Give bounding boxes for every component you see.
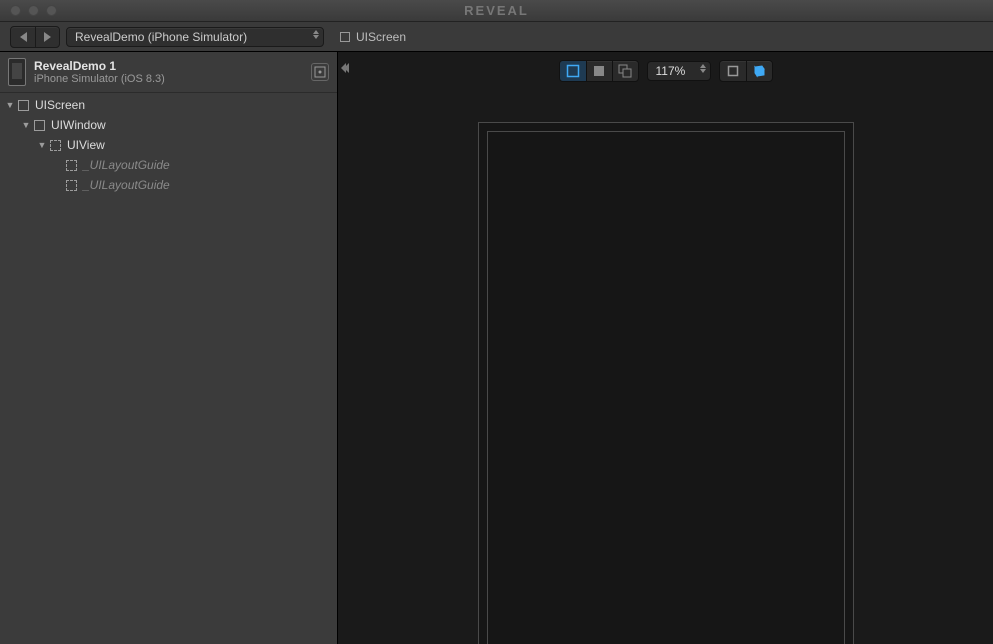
view-icon — [50, 140, 61, 151]
tree-row[interactable]: ▼ UIWindow — [0, 115, 337, 135]
device-screen — [487, 131, 845, 644]
tree-row[interactable]: _UILayoutGuide — [0, 175, 337, 195]
target-device-dropdown[interactable]: RevealDemo (iPhone Simulator) — [66, 27, 324, 47]
projection-segment — [719, 60, 773, 82]
target-device-label: RevealDemo (iPhone Simulator) — [75, 30, 247, 44]
main: RevealDemo 1 iPhone Simulator (iOS 8.3) … — [0, 52, 993, 644]
2d-button[interactable] — [720, 61, 746, 81]
device-title: RevealDemo 1 — [34, 59, 303, 73]
device-header[interactable]: RevealDemo 1 iPhone Simulator (iOS 8.3) — [0, 52, 337, 93]
flat-icon — [726, 64, 740, 78]
device-subtitle: iPhone Simulator (iOS 8.3) — [34, 73, 303, 85]
view-icon — [18, 100, 29, 111]
stepper-icon — [313, 30, 319, 39]
focus-button[interactable] — [311, 63, 329, 81]
layers-icon — [618, 64, 632, 78]
tree-row-label: _UILayoutGuide — [83, 178, 170, 192]
toolbar: RevealDemo (iPhone Simulator) UIScreen — [0, 22, 993, 52]
disclosure-triangle-icon[interactable]: ▼ — [36, 140, 48, 150]
view-mode-segment — [559, 60, 639, 82]
view-icon — [66, 160, 77, 171]
device-icon — [8, 58, 26, 86]
back-button[interactable] — [11, 27, 35, 47]
disclosure-triangle-icon[interactable]: ▼ — [4, 100, 16, 110]
disclosure-triangle-icon[interactable]: ▼ — [20, 120, 32, 130]
tree-row-label: UIScreen — [35, 98, 85, 112]
view-icon — [34, 120, 45, 131]
breadcrumb[interactable]: UIScreen — [340, 30, 406, 44]
canvas-controls: 117% — [559, 60, 773, 82]
app-title: REVEAL — [464, 3, 529, 18]
cube-icon — [751, 64, 767, 78]
chevron-left-icon — [20, 32, 27, 42]
3d-button[interactable] — [746, 61, 772, 81]
layers-mode-button[interactable] — [612, 61, 638, 81]
wireframe-mode-button[interactable] — [560, 61, 586, 81]
collapse-sidebar-button[interactable] — [338, 58, 354, 78]
tree-row[interactable]: ▼ UIView — [0, 135, 337, 155]
chevron-right-icon — [44, 32, 51, 42]
tree-row-label: _UILayoutGuide — [83, 158, 170, 172]
forward-button[interactable] — [35, 27, 59, 47]
zoom-value: 117% — [656, 64, 686, 78]
view-icon — [66, 180, 77, 191]
hierarchy-sidebar: RevealDemo 1 iPhone Simulator (iOS 8.3) … — [0, 52, 338, 644]
tree-row[interactable]: ▼ UIScreen — [0, 95, 337, 115]
canvas[interactable]: 117% — [338, 52, 993, 644]
close-window-button[interactable] — [10, 5, 21, 16]
wireframe-icon — [566, 64, 580, 78]
solid-mode-button[interactable] — [586, 61, 612, 81]
traffic-lights — [0, 5, 57, 16]
tree-row[interactable]: _UILayoutGuide — [0, 155, 337, 175]
tree-row-label: UIView — [67, 138, 105, 152]
focus-icon — [314, 66, 326, 78]
zoom-window-button[interactable] — [46, 5, 57, 16]
view-icon — [340, 32, 350, 42]
solid-icon — [592, 64, 606, 78]
hierarchy-tree: ▼UIScreen▼UIWindow▼UIView_UILayoutGuide_… — [0, 93, 337, 197]
tree-row-label: UIWindow — [51, 118, 106, 132]
device-frame[interactable] — [478, 122, 854, 644]
minimize-window-button[interactable] — [28, 5, 39, 16]
stepper-icon — [700, 64, 706, 73]
device-meta: RevealDemo 1 iPhone Simulator (iOS 8.3) — [34, 59, 303, 85]
titlebar: REVEAL — [0, 0, 993, 22]
nav-back-forward — [10, 26, 60, 48]
breadcrumb-label: UIScreen — [356, 30, 406, 44]
zoom-field[interactable]: 117% — [647, 61, 711, 81]
double-chevron-left-icon — [343, 63, 349, 73]
